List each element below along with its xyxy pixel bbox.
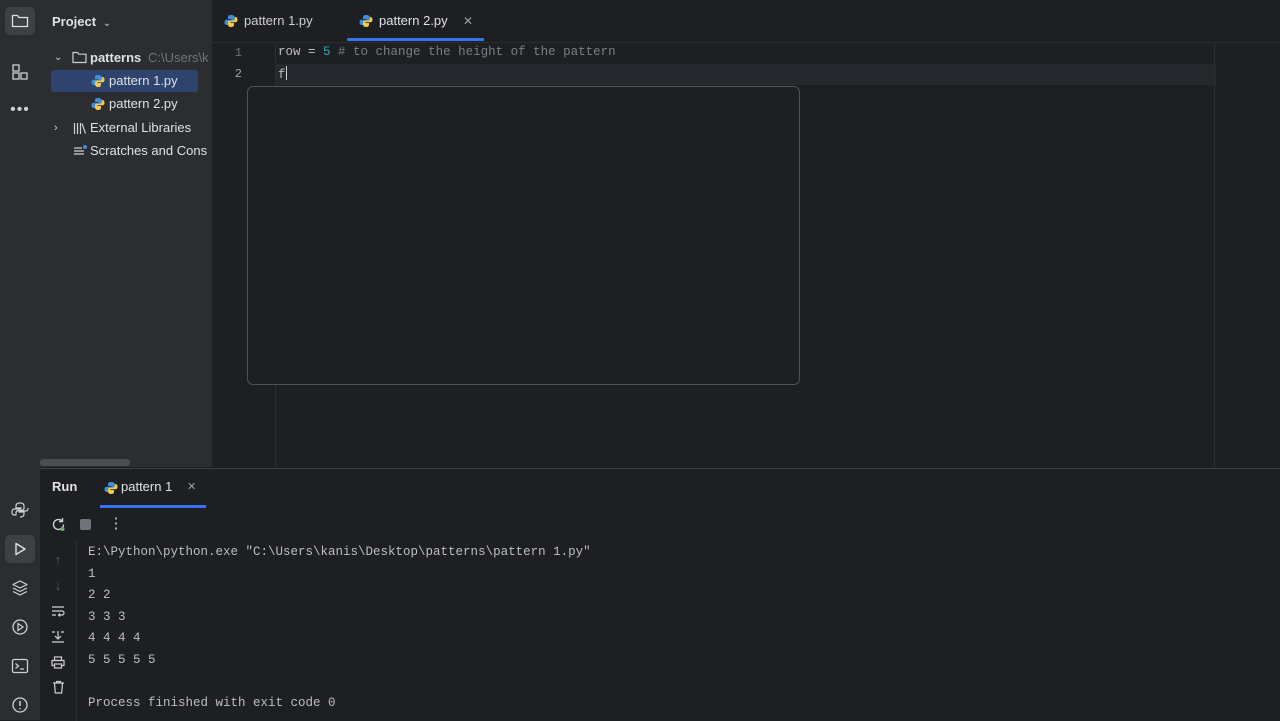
code-operator: = (300, 45, 324, 59)
project-panel: Project ⌄ ⌄ patterns C:\Users\k pattern … (40, 0, 212, 467)
project-title-dropdown[interactable]: Project ⌄ (52, 12, 111, 32)
editor-area: pattern 1.py pattern 2.py ✕ 1 2 row = 5 … (212, 0, 1280, 467)
tab-pattern-1[interactable]: pattern 1.py (224, 0, 346, 42)
console-output-line: 3 3 3 (88, 610, 126, 624)
soft-wrap-icon[interactable] (50, 603, 66, 619)
code-number: 5 (323, 45, 331, 59)
code-line-2[interactable]: f (278, 66, 287, 82)
python-file-icon (91, 74, 105, 88)
run-icon[interactable] (5, 535, 35, 563)
tree-root-patterns[interactable]: ⌄ patterns C:\Users\k (40, 47, 212, 69)
arrow-down-icon[interactable]: ↓ (50, 577, 66, 593)
folder-icon (72, 51, 87, 64)
console-output-line: 2 2 (88, 588, 111, 602)
python-console-icon[interactable] (5, 496, 35, 524)
tree-file-pattern2[interactable]: pattern 2.py (40, 93, 212, 115)
trash-icon[interactable] (50, 679, 66, 695)
active-tab-indicator (100, 505, 206, 508)
python-file-icon (91, 97, 105, 111)
folder-icon[interactable] (5, 7, 35, 35)
tree-file-label: pattern 1.py (109, 73, 178, 88)
line-number: 2 (234, 67, 242, 81)
chevron-down-icon: ⌄ (102, 18, 112, 29)
more-options-icon[interactable]: ⋮ (108, 516, 124, 532)
run-panel-title: Run (52, 479, 78, 494)
structure-icon[interactable] (5, 58, 35, 86)
run-panel: Run pattern 1 ✕ ⋮ ↑ ↓ E:\Python\python.e… (40, 468, 1280, 721)
console-output-line: 4 4 4 4 (88, 631, 141, 645)
layers-icon[interactable] (5, 574, 35, 602)
console-command: E:\Python\python.exe "C:\Users\kanis\Des… (88, 545, 591, 559)
python-file-icon (104, 481, 118, 495)
completion-popup[interactable] (247, 86, 800, 385)
close-icon[interactable]: ✕ (187, 480, 196, 493)
tree-label: Scratches and Cons (90, 143, 208, 158)
editor-tab-bar: pattern 1.py pattern 2.py ✕ (212, 0, 1280, 43)
stop-icon[interactable] (80, 519, 91, 530)
python-file-icon (359, 14, 373, 28)
tree-file-pattern1[interactable]: pattern 1.py (51, 70, 198, 92)
chevron-down-icon: ⌄ (54, 52, 63, 63)
tab-label: pattern 1.py (244, 13, 313, 28)
tool-window-strip: ••• (0, 0, 41, 720)
code-comment: # to change the height of the pattern (330, 45, 616, 59)
code-variable: row (278, 45, 301, 59)
horizontal-scrollbar[interactable] (40, 459, 130, 466)
text-cursor (285, 66, 287, 80)
scroll-to-end-icon[interactable] (50, 628, 66, 644)
right-margin-guide (1214, 42, 1215, 467)
tab-label: pattern 2.py (379, 13, 448, 28)
tree-file-label: pattern 2.py (109, 96, 178, 111)
library-icon (73, 122, 87, 135)
close-icon[interactable]: ✕ (463, 0, 473, 42)
scratches-icon (73, 144, 88, 158)
tab-pattern-2[interactable]: pattern 2.py ✕ (347, 0, 484, 42)
current-line-highlight (276, 64, 1216, 85)
code-text: f (278, 68, 286, 82)
print-icon[interactable] (50, 654, 66, 670)
python-file-icon (224, 14, 238, 28)
console-output-line: 1 (88, 567, 96, 581)
line-number: 1 (234, 46, 242, 60)
chevron-right-icon: › (54, 122, 58, 134)
code-line-1[interactable]: row = 5 # to change the height of the pa… (278, 45, 616, 59)
console-output-line: 5 5 5 5 5 (88, 653, 156, 667)
project-title: Project (52, 14, 97, 29)
run-tab-label: pattern 1 (121, 479, 173, 494)
active-tab-indicator (347, 38, 484, 41)
more-icon[interactable]: ••• (5, 96, 35, 124)
root-folder-path: C:\Users\k (148, 50, 209, 65)
console-exit-message: Process finished with exit code 0 (88, 696, 336, 710)
problems-icon[interactable] (5, 691, 35, 719)
tree-label: External Libraries (90, 120, 192, 135)
arrow-up-icon[interactable]: ↑ (50, 551, 66, 567)
root-folder-name: patterns (90, 50, 142, 65)
services-icon[interactable] (5, 613, 35, 641)
run-tab-pattern-1[interactable]: pattern 1 ✕ (100, 469, 206, 508)
rerun-icon[interactable] (50, 516, 66, 532)
tree-scratches[interactable]: Scratches and Cons (40, 140, 212, 162)
console-divider (76, 539, 77, 721)
terminal-icon[interactable] (5, 652, 35, 680)
tree-external-libraries[interactable]: › External Libraries (40, 117, 212, 139)
